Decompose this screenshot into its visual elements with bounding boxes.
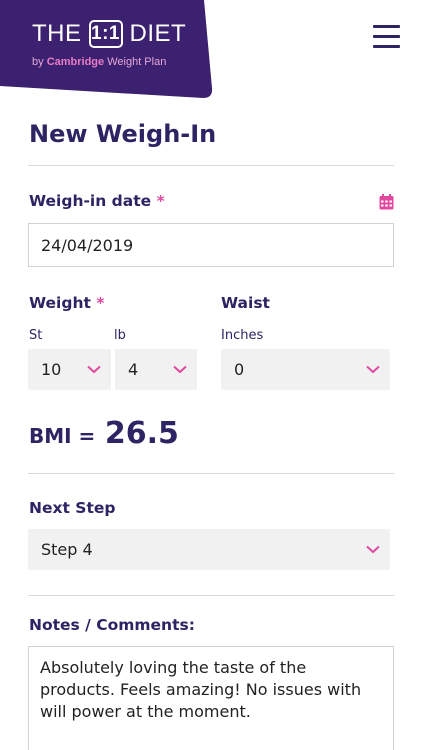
menu-bar (373, 45, 400, 48)
required-mark: * (96, 294, 105, 312)
bmi-readout: BMI = 26.5 (29, 416, 179, 451)
hamburger-icon[interactable] (373, 25, 400, 49)
logo-background (0, 0, 213, 98)
divider (28, 473, 394, 474)
notes-label: Notes / Comments: (29, 616, 195, 634)
chevron-down-icon (366, 365, 380, 374)
weigh-in-date-label-text: Weigh-in date (29, 192, 152, 210)
notes-textarea[interactable]: Absolutely loving the taste of the produ… (28, 646, 394, 750)
weigh-in-date-input[interactable] (28, 223, 394, 267)
weight-label-text: Weight (29, 294, 91, 312)
pounds-label: lb (114, 328, 126, 343)
next-step-value: Step 4 (41, 540, 93, 559)
logo-sub-by: by (32, 56, 44, 68)
pounds-value: 4 (128, 360, 139, 379)
waist-select[interactable]: 0 (221, 349, 390, 390)
logo-suffix: DIET (129, 20, 187, 47)
waist-label: Waist (221, 294, 270, 312)
app-header: THE 1:1 DIET by Cambridge Weight Plan (0, 0, 422, 100)
stones-label: St (29, 328, 43, 343)
next-step-label: Next Step (29, 499, 116, 517)
menu-bar (373, 25, 400, 28)
weigh-in-date-label: Weigh-in date * (29, 192, 165, 210)
logo-subtitle: by Cambridge Weight Plan (32, 56, 166, 68)
bmi-label: BMI = (29, 424, 96, 448)
pounds-select[interactable]: 4 (115, 349, 197, 390)
page-title: New Weigh-In (29, 120, 217, 148)
next-step-select[interactable]: Step 4 (28, 529, 390, 570)
logo-prefix: THE (32, 20, 82, 47)
brand-logo[interactable]: THE 1:1 DIET (32, 20, 186, 48)
logo-sub-brand: Cambridge (46, 56, 105, 68)
bmi-value: 26.5 (104, 416, 179, 451)
divider (28, 165, 394, 166)
logo-sub-rest: Weight Plan (107, 56, 167, 68)
chevron-down-icon (87, 365, 101, 374)
chevron-down-icon (366, 545, 380, 554)
chevron-down-icon (173, 365, 187, 374)
inches-label: Inches (221, 328, 264, 343)
calendar-icon[interactable] (379, 194, 394, 210)
divider (28, 595, 394, 596)
menu-bar (373, 35, 400, 38)
stones-select[interactable]: 10 (28, 349, 111, 390)
waist-value: 0 (234, 360, 245, 379)
required-mark: * (156, 192, 165, 210)
weight-label: Weight * (29, 294, 104, 312)
logo-mark: 1:1 (88, 20, 123, 48)
stones-value: 10 (41, 360, 62, 379)
